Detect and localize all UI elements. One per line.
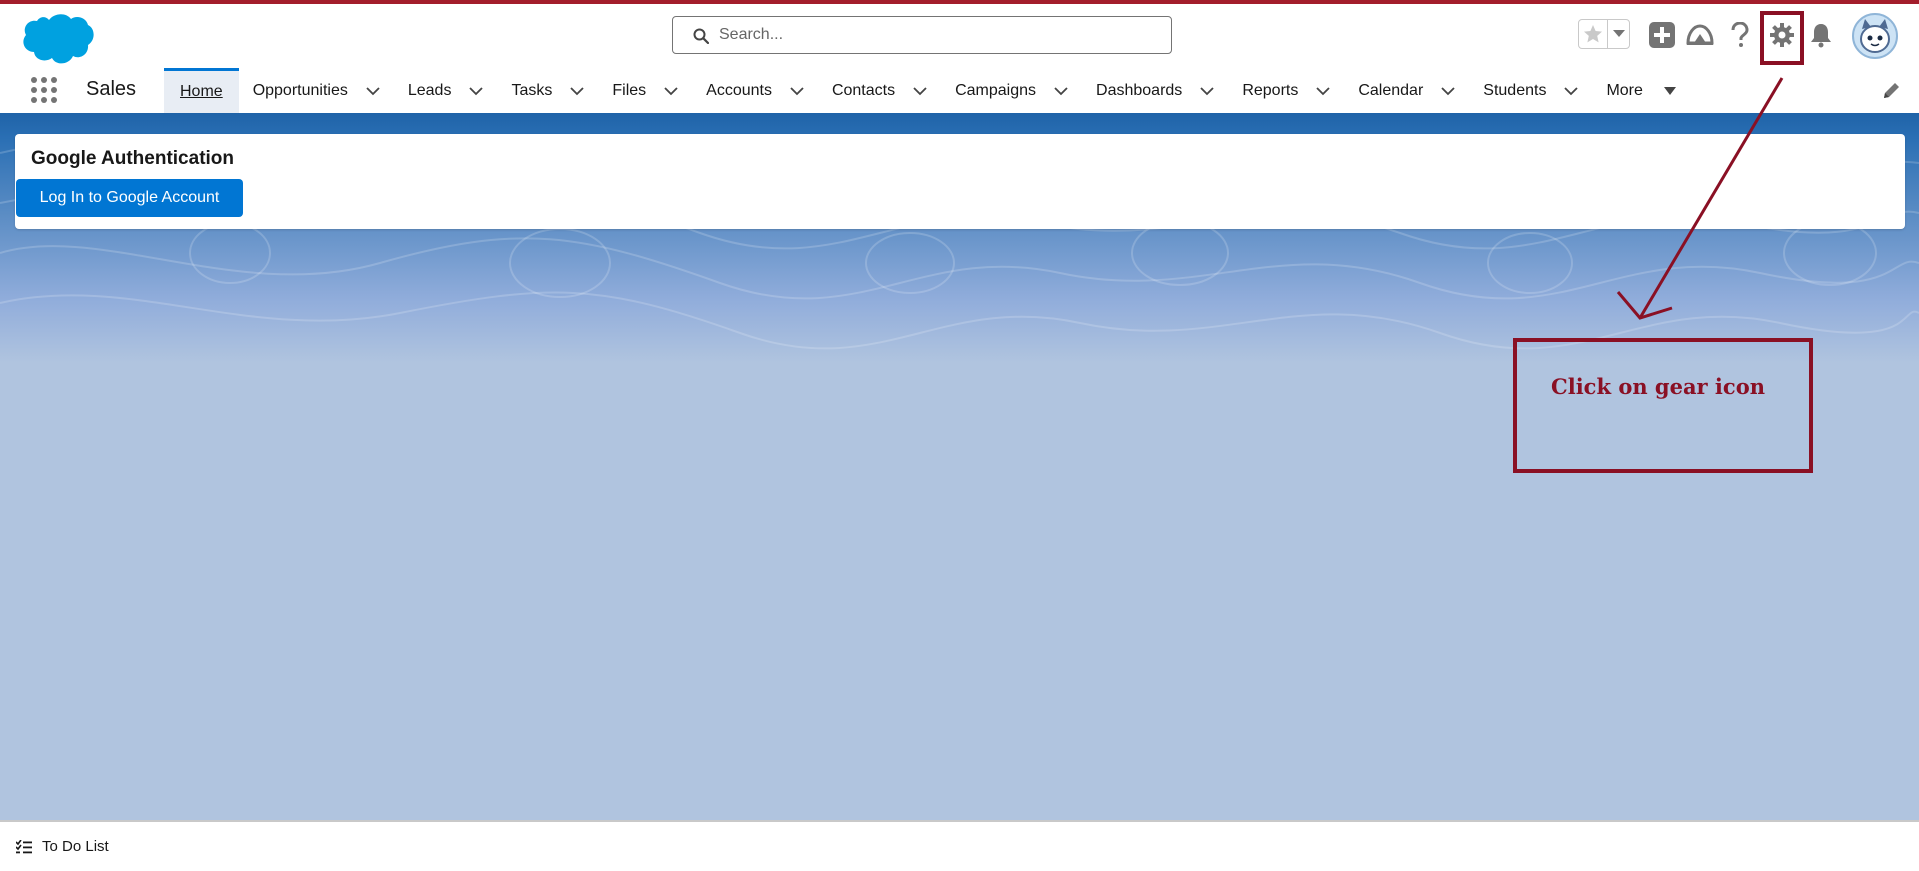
gear-highlight-box (1760, 11, 1804, 65)
nav-tab-campaigns[interactable]: Campaigns (941, 68, 1082, 113)
search-icon (693, 28, 709, 44)
trailhead-button[interactable] (1685, 20, 1715, 50)
nav-tab-label: Campaigns (955, 81, 1037, 99)
edit-nav-pencil-icon[interactable] (1882, 82, 1900, 100)
chevron-down-icon[interactable] (913, 86, 927, 96)
chevron-down-icon[interactable] (366, 86, 380, 96)
chevron-down-icon[interactable] (664, 86, 678, 96)
nav-tabs: Home Opportunities Leads Tasks Files Acc… (164, 68, 1691, 113)
nav-tab-contacts[interactable]: Contacts (818, 68, 941, 113)
nav-tab-opportunities[interactable]: Opportunities (239, 68, 394, 113)
annotation-text: Click on gear icon (1551, 374, 1765, 399)
nav-tab-dashboards[interactable]: Dashboards (1082, 68, 1228, 113)
chevron-down-icon[interactable] (1054, 86, 1068, 96)
nav-tab-label: Students (1483, 81, 1547, 99)
nav-tab-label: Tasks (511, 81, 553, 99)
global-actions-plus-icon (1649, 22, 1675, 48)
nav-tab-label: More (1606, 81, 1643, 99)
favorites-star-button[interactable] (1579, 20, 1609, 48)
app-launcher-icon[interactable] (30, 76, 58, 104)
nav-tab-calendar[interactable]: Calendar (1344, 68, 1469, 113)
user-avatar[interactable] (1852, 13, 1898, 59)
nav-tab-label: Files (612, 81, 647, 99)
trailhead-icon (1686, 24, 1714, 45)
global-actions-button[interactable] (1647, 20, 1677, 50)
chevron-down-icon[interactable] (1316, 86, 1330, 96)
app-navigation-bar: Sales Home Opportunities Leads Tasks Fil… (0, 68, 1919, 113)
caret-down-icon (1663, 86, 1676, 95)
annotation-callout-box (1513, 338, 1813, 473)
chevron-down-icon[interactable] (790, 86, 804, 96)
google-authentication-card: Google Authentication Log In to Google A… (15, 134, 1905, 229)
nav-tab-home[interactable]: Home (164, 68, 239, 113)
chevron-down-icon[interactable] (1200, 86, 1214, 96)
utility-bar: To Do List (0, 822, 1919, 871)
chevron-down-icon[interactable] (1441, 86, 1455, 96)
app-name: Sales (86, 78, 137, 100)
notifications-bell-icon (1811, 24, 1831, 48)
nav-tab-files[interactable]: Files (598, 68, 692, 113)
favorites-star-icon (1584, 25, 1603, 43)
avatar-astro-icon (1860, 19, 1890, 53)
help-button[interactable] (1725, 20, 1755, 50)
nav-tab-leads[interactable]: Leads (394, 68, 498, 113)
nav-tab-label: Contacts (831, 81, 896, 99)
nav-tab-label: Home (180, 83, 223, 100)
favorites-dropdown-icon (1612, 30, 1625, 37)
favorites-dropdown-button[interactable] (1608, 20, 1629, 48)
nav-tab-accounts[interactable]: Accounts (692, 68, 818, 113)
log-in-google-button[interactable]: Log In to Google Account (16, 179, 243, 217)
search-input[interactable] (719, 21, 1159, 49)
salesforce-logo[interactable] (18, 12, 94, 66)
nav-tab-more[interactable]: More (1592, 68, 1690, 113)
nav-tab-label: Accounts (706, 81, 772, 99)
checklist-icon (16, 839, 32, 853)
nav-tab-students[interactable]: Students (1469, 68, 1592, 113)
global-search-box[interactable] (672, 16, 1172, 54)
nav-tab-reports[interactable]: Reports (1228, 68, 1344, 113)
nav-tab-label: Reports (1242, 81, 1299, 99)
todo-list-button[interactable]: To Do List (16, 838, 109, 855)
nav-tab-tasks[interactable]: Tasks (497, 68, 598, 113)
favorites-button-group (1578, 19, 1630, 49)
notifications-button[interactable] (1806, 20, 1836, 50)
global-header (0, 4, 1919, 68)
todo-list-label: To Do List (42, 838, 109, 855)
help-icon (1731, 22, 1749, 47)
chevron-down-icon[interactable] (570, 86, 584, 96)
nav-tab-label: Leads (407, 81, 452, 99)
nav-tab-label: Dashboards (1096, 81, 1183, 99)
chevron-down-icon[interactable] (1564, 86, 1579, 96)
card-title: Google Authentication (31, 148, 235, 169)
nav-tab-label: Calendar (1358, 81, 1424, 99)
chevron-down-icon[interactable] (469, 86, 484, 96)
nav-tab-label: Opportunities (252, 81, 348, 99)
